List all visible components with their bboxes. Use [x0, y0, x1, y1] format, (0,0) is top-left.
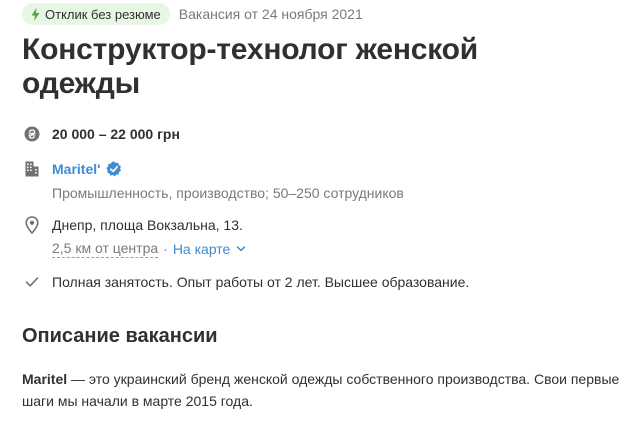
lightning-icon — [31, 7, 40, 21]
address-text: Днепр, площа Вокзальна, 13. — [52, 217, 243, 233]
address-block: Днепр, площа Вокзальна, 13. 2,5 км от це… — [52, 215, 246, 259]
job-conditions: Полная занятость. Опыт работы от 2 лет. … — [52, 274, 470, 290]
building-icon — [22, 159, 42, 179]
company-block: Maritel' Промышленность, производство; 5… — [52, 159, 404, 203]
hryvnia-icon — [22, 124, 42, 144]
company-link[interactable]: Maritel' — [52, 161, 100, 177]
distance-from-center[interactable]: 2,5 км от центра — [52, 240, 159, 258]
company-line: Maritel' — [52, 159, 404, 179]
company-industry: Промышленность, производство; 50–250 сот… — [52, 185, 404, 201]
quick-apply-badge[interactable]: Отклик без резюме — [22, 3, 170, 25]
address-row: Днепр, площа Вокзальна, 13. 2,5 км от це… — [22, 215, 246, 259]
map-pin-icon — [22, 215, 42, 235]
top-row: Отклик без резюме Вакансия от 24 ноября … — [22, 3, 363, 25]
verified-check-icon — [106, 161, 122, 177]
conditions-row: Полная занятость. Опыт работы от 2 лет. … — [22, 272, 469, 292]
salary-value: 20 000 – 22 000 грн — [52, 126, 180, 142]
separator-dot: · — [163, 241, 168, 257]
page-title: Конструктор-технолог женской одежды — [22, 33, 479, 100]
description-heading: Описание вакансии — [22, 325, 218, 347]
distance-line: 2,5 км от центра · На карте — [52, 239, 246, 259]
description-text: Maritel — это украинский бренд женской о… — [22, 368, 622, 412]
check-icon — [22, 272, 42, 292]
description-body: — это украинский бренд женской одежды со… — [22, 371, 620, 409]
show-on-map-link[interactable]: На карте — [173, 239, 231, 259]
quick-apply-label: Отклик без резюме — [45, 6, 161, 22]
posted-date: Вакансия от 24 ноября 2021 — [178, 6, 363, 22]
salary-row: 20 000 – 22 000 грн — [22, 124, 180, 144]
company-row: Maritel' Промышленность, производство; 5… — [22, 159, 404, 203]
description-brand: Maritel — [22, 371, 68, 387]
chevron-down-icon[interactable] — [236, 244, 246, 254]
